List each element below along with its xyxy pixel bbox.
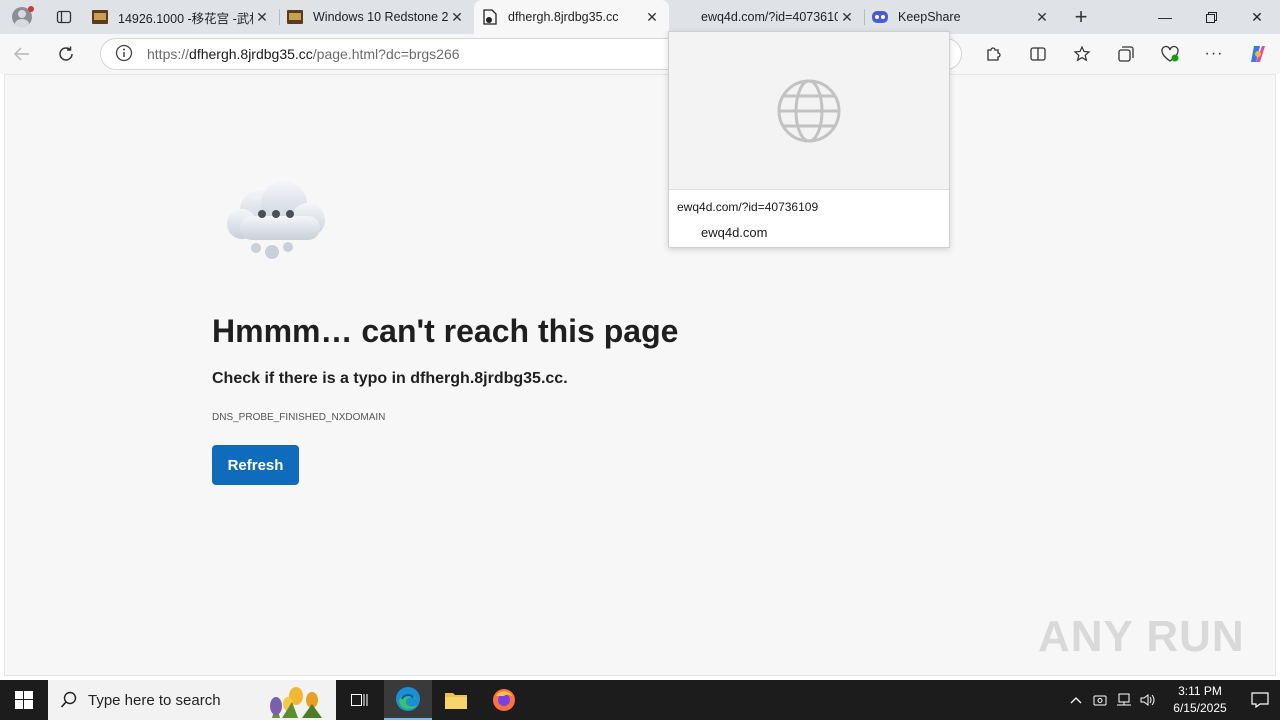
browser-essentials-button[interactable] <box>1148 34 1192 74</box>
taskbar: Type here to search 3:11 PM 6/15/2025 <box>0 680 1280 720</box>
file-explorer-button[interactable] <box>432 680 480 720</box>
edge-icon <box>396 687 420 711</box>
network-tray-icon[interactable] <box>1112 693 1136 707</box>
copilot-button[interactable] <box>1236 34 1280 74</box>
hover-card-domain: ewq4d.com <box>701 225 768 240</box>
search-placeholder: Type here to search <box>88 691 221 709</box>
edge-taskbar-button[interactable] <box>384 680 432 720</box>
minimize-icon: — <box>1158 9 1172 25</box>
task-view-button[interactable] <box>336 680 384 720</box>
tab-5[interactable]: KeepShare ✕ <box>864 0 1059 34</box>
tab-strip: 14926.1000 -移花宫 -武林 ✕ Windows 10 Redston… <box>0 0 1280 34</box>
clock-time: 3:11 PM <box>1178 684 1222 698</box>
tab-title: dfhergh.8jrdbg35.cc <box>508 10 619 24</box>
tab-title: ewq4d.com/?id=40736109 <box>701 10 838 24</box>
close-icon[interactable]: ✕ <box>253 8 271 26</box>
close-icon[interactable]: ✕ <box>838 8 856 26</box>
tab-title: 14926.1000 -移花宫 -武林 <box>118 11 253 26</box>
tab-title: Windows 10 Redstone 2 | <box>313 10 448 24</box>
search-icon <box>60 691 77 708</box>
system-tray: 3:11 PM 6/15/2025 <box>1064 680 1280 720</box>
defender-tray-icon[interactable] <box>1088 693 1112 707</box>
network-icon <box>1117 693 1131 706</box>
copilot-icon <box>1251 46 1265 62</box>
taskbar-search[interactable]: Type here to search <box>48 680 336 720</box>
close-icon: ✕ <box>1251 8 1263 25</box>
error-heading: Hmmm… can't reach this page <box>212 313 679 349</box>
settings-more-button[interactable]: ··· <box>1192 34 1236 74</box>
puzzle-icon <box>987 47 1001 61</box>
firefox-button[interactable] <box>480 680 528 720</box>
restore-icon <box>1205 11 1217 23</box>
tab-actions-button[interactable] <box>44 0 84 34</box>
error-code: DNS_PROBE_FINISHED_NXDOMAIN <box>212 412 386 423</box>
plus-icon: + <box>1074 4 1088 29</box>
chevron-up-icon <box>1070 697 1082 704</box>
tab-1[interactable]: 14926.1000 -移花宫 -武林 ✕ <box>84 0 279 34</box>
tab-hover-card: ewq4d.com/?id=40736109 ewq4d.com <box>668 31 950 248</box>
restore-button[interactable] <box>1188 0 1234 34</box>
collections-button[interactable] <box>1104 34 1148 74</box>
error-subtext: Check if there is a typo in dfhergh.8jrd… <box>212 370 568 387</box>
tab-4[interactable]: ewq4d.com/?id=40736109 ✕ <box>669 0 864 34</box>
page-content <box>4 74 1276 676</box>
profile-button[interactable] <box>0 0 44 34</box>
site-info-icon[interactable] <box>115 44 133 65</box>
url-scheme: https:// <box>147 46 190 62</box>
folder-icon <box>445 693 467 709</box>
taskbar-clock[interactable]: 3:11 PM 6/15/2025 <box>1160 683 1240 717</box>
keepshare-icon <box>872 9 888 25</box>
more-icon: ··· <box>1204 45 1224 62</box>
error-page-icon <box>482 9 498 25</box>
favorites-button[interactable] <box>1060 34 1104 74</box>
task-view-icon <box>351 694 368 706</box>
start-button[interactable] <box>0 680 48 720</box>
flowers-icon <box>270 687 322 718</box>
action-center-button[interactable] <box>1240 692 1280 708</box>
refresh-button[interactable]: Refresh <box>212 445 299 485</box>
split-screen-button[interactable] <box>1016 34 1060 74</box>
show-hidden-icons-button[interactable] <box>1064 696 1088 704</box>
reload-icon <box>59 46 73 61</box>
close-icon[interactable]: ✕ <box>643 8 661 26</box>
globe-icon <box>777 79 841 142</box>
back-arrow-icon <box>13 47 29 61</box>
game-icon <box>287 9 303 25</box>
hover-card-url: ewq4d.com/?id=40736109 <box>677 200 819 214</box>
tab-title: KeepShare <box>898 10 961 24</box>
back-button[interactable] <box>0 34 44 74</box>
heart-pulse-icon <box>1161 45 1179 62</box>
url-host: dfhergh.8jrdbg35.cc <box>189 46 313 62</box>
tab-actions-icon <box>56 10 72 24</box>
new-tab-button[interactable]: + <box>1059 0 1103 34</box>
game-icon <box>92 9 108 25</box>
browser-toolbar: https://dfhergh.8jrdbg35.cc/page.html?dc… <box>0 34 1280 74</box>
star-icon <box>1073 45 1091 62</box>
toolbar-right-icons: ··· <box>972 34 1280 74</box>
close-window-button[interactable]: ✕ <box>1234 0 1280 34</box>
split-screen-icon <box>1030 47 1046 61</box>
tab-2[interactable]: Windows 10 Redstone 2 | ✕ <box>279 0 474 34</box>
notification-icon <box>1251 692 1269 708</box>
minimize-button[interactable]: — <box>1142 0 1188 34</box>
clock-date: 6/15/2025 <box>1173 701 1227 715</box>
anyrun-watermark: ANY RUN <box>1038 612 1245 661</box>
collections-icon <box>1118 46 1134 62</box>
shield-icon <box>1093 695 1107 706</box>
close-icon[interactable]: ✕ <box>1033 8 1051 26</box>
firefox-icon <box>493 689 515 711</box>
volume-tray-icon[interactable] <box>1136 693 1160 707</box>
notification-dot <box>28 6 34 12</box>
windows-logo-icon <box>15 691 33 709</box>
tab-3-active[interactable]: dfhergh.8jrdbg35.cc ✕ <box>474 0 669 34</box>
volume-icon <box>1140 694 1155 706</box>
reload-button[interactable] <box>44 34 88 74</box>
close-icon[interactable]: ✕ <box>448 8 466 26</box>
url-path: /page.html?dc=brgs266 <box>312 46 460 62</box>
hover-card-preview <box>669 32 949 190</box>
window-controls: — ✕ <box>1142 0 1280 34</box>
extensions-button[interactable] <box>972 34 1016 74</box>
cloud-error-illustration <box>227 181 325 259</box>
